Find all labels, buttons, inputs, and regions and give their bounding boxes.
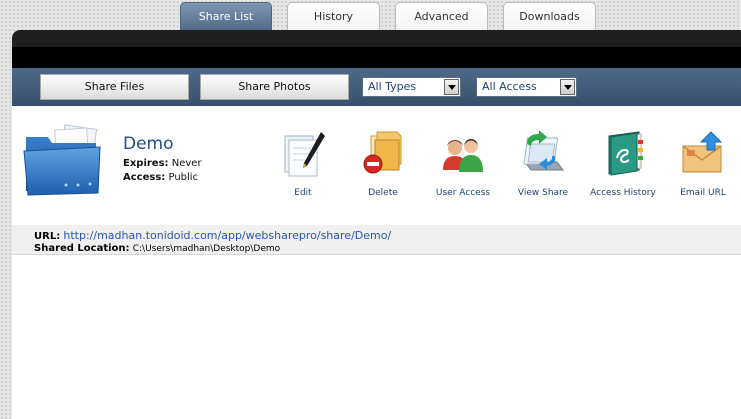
access-history-icon xyxy=(608,131,643,176)
view-share-icon xyxy=(523,130,564,171)
access-filter-value: All Access xyxy=(482,80,537,93)
share-url-strip: URL: http://madhan.tonidoid.com/app/webs… xyxy=(12,225,741,255)
view-share-action[interactable]: View Share xyxy=(499,128,587,198)
email-url-icon xyxy=(682,131,723,173)
expires-label: Expires: xyxy=(123,158,169,169)
chevron-down-icon[interactable] xyxy=(444,79,459,95)
location-value: C:\Users\madhan\Desktop\Demo xyxy=(132,244,281,254)
folder-icon xyxy=(23,124,101,196)
edit-label: Edit xyxy=(294,188,312,198)
access-history-label: Access History xyxy=(590,188,656,198)
access-history-action[interactable]: Access History xyxy=(579,128,667,198)
delete-label: Delete xyxy=(368,188,398,198)
share-files-button[interactable]: Share Files xyxy=(40,74,189,100)
user-access-label: User Access xyxy=(435,188,491,198)
header-bar xyxy=(12,30,741,68)
tab-downloads[interactable]: Downloads xyxy=(503,2,596,32)
expires-value: Never xyxy=(171,158,202,169)
edit-action[interactable]: Edit xyxy=(259,128,347,198)
share-title[interactable]: Demo xyxy=(123,134,174,154)
view-share-label: View Share xyxy=(517,188,569,198)
access-value: Public xyxy=(168,172,199,183)
url-label: URL: xyxy=(34,231,61,242)
edit-icon xyxy=(284,132,325,177)
delete-action[interactable]: Delete xyxy=(339,128,427,198)
tab-share-list[interactable]: Share List xyxy=(180,2,272,32)
share-photos-button[interactable]: Share Photos xyxy=(200,74,349,100)
type-filter-select[interactable]: All Types xyxy=(362,77,461,97)
access-filter-select[interactable]: All Access xyxy=(476,77,577,97)
url-row: URL: http://madhan.tonidoid.com/app/webs… xyxy=(34,230,741,243)
location-label: Shared Location: xyxy=(34,243,130,254)
expires-row: Expires: Never xyxy=(123,158,202,169)
share-url-link[interactable]: http://madhan.tonidoid.com/app/websharep… xyxy=(63,229,391,242)
email-url-action[interactable]: Email URL xyxy=(659,128,741,198)
tab-bar: Share List History Advanced Downloads xyxy=(0,2,741,32)
toolbar: Share Files Share Photos All Types All A… xyxy=(12,68,741,106)
access-row: Access: Public xyxy=(123,172,198,183)
user-access-action[interactable]: User Access xyxy=(419,128,507,198)
type-filter-value: All Types xyxy=(368,80,417,93)
email-url-label: Email URL xyxy=(680,188,726,198)
location-row: Shared Location: C:\Users\madhan\Desktop… xyxy=(34,243,741,255)
access-label: Access: xyxy=(123,172,166,183)
tab-history[interactable]: History xyxy=(287,2,380,32)
tab-advanced[interactable]: Advanced xyxy=(395,2,488,32)
delete-icon xyxy=(363,131,402,174)
chevron-down-icon[interactable] xyxy=(560,79,575,95)
share-panel: Share Files Share Photos All Types All A… xyxy=(12,30,741,419)
share-item: Demo Expires: Never Access: Public Edit xyxy=(12,106,741,225)
user-access-icon xyxy=(443,139,483,172)
